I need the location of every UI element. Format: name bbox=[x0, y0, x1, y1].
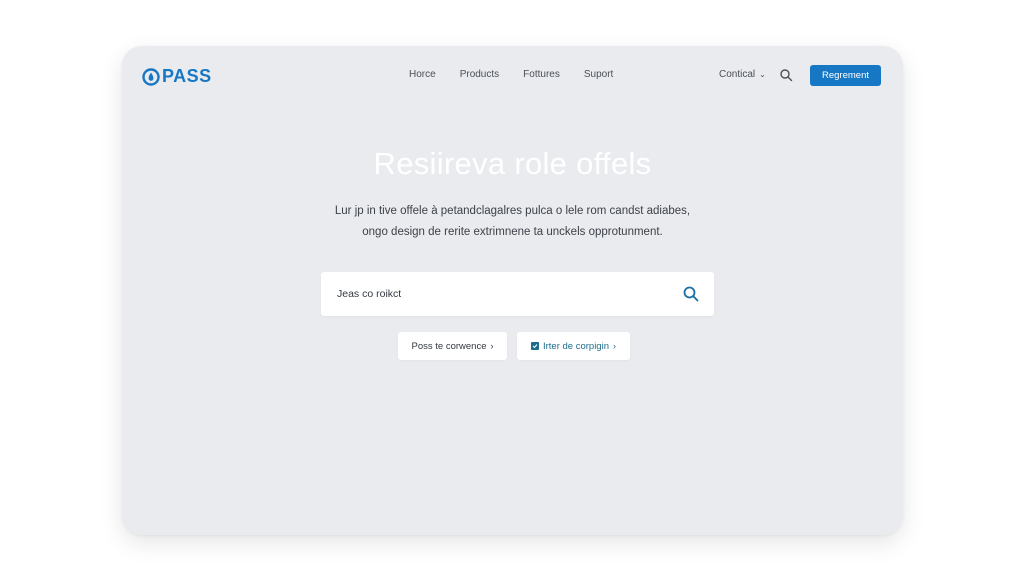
logo[interactable]: PASS bbox=[142, 66, 212, 87]
action-button-2[interactable]: Irter de corpigin › bbox=[517, 332, 630, 360]
search-bar bbox=[321, 272, 714, 316]
action-button-1[interactable]: Poss te corwence › bbox=[398, 332, 507, 360]
nav-item-products[interactable]: Products bbox=[460, 69, 499, 80]
hero-subtitle: Lur jp in tive offele à petandclagalres … bbox=[122, 201, 903, 243]
checkbox-icon bbox=[530, 342, 539, 350]
search-input[interactable] bbox=[321, 288, 682, 300]
main-nav: Horce Products Fottures Suport bbox=[409, 69, 613, 80]
action-button-1-label: Poss te corwence bbox=[411, 340, 487, 352]
action-button-2-label: Irter de corpigin bbox=[542, 340, 609, 352]
register-button[interactable]: Regrement bbox=[810, 65, 881, 86]
hero-subtitle-line-1: Lur jp in tive offele à petandclagalres … bbox=[334, 205, 691, 217]
search-icon[interactable] bbox=[682, 285, 700, 303]
browser-window: PASS Horce Products Fottures Suport Cont… bbox=[122, 46, 903, 535]
logo-text: PASS bbox=[162, 66, 212, 86]
chevron-down-icon: ⌄ bbox=[759, 70, 766, 79]
nav-item-support[interactable]: Suport bbox=[584, 69, 613, 80]
drop-logo-icon bbox=[142, 67, 160, 86]
contact-label: Contical bbox=[719, 69, 756, 80]
hero-subtitle-line-2: ongo design de rerite extrimnene ta unck… bbox=[362, 226, 663, 238]
hero-title: Resiireva role offels bbox=[373, 146, 652, 181]
nav-item-features[interactable]: Fottures bbox=[523, 69, 560, 80]
search-icon[interactable] bbox=[779, 68, 793, 82]
chevron-right-icon: › bbox=[490, 341, 494, 351]
contact-dropdown[interactable]: Contical ⌄ bbox=[719, 69, 766, 80]
chevron-right-icon: › bbox=[613, 341, 616, 351]
nav-item-home[interactable]: Horce bbox=[409, 69, 436, 80]
